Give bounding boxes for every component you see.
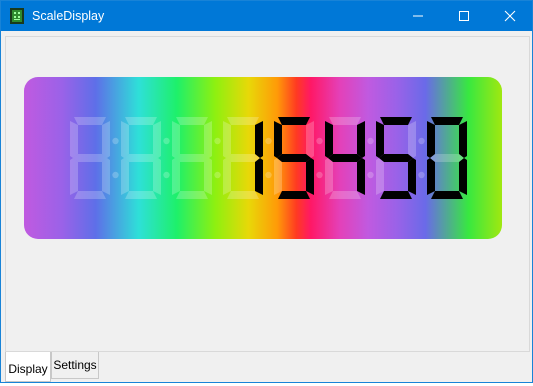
segment-a — [227, 117, 259, 125]
lcd-digit — [325, 117, 365, 199]
segment-d — [329, 191, 361, 199]
title-bar[interactable]: ScaleDisplay — [1, 1, 532, 31]
tab-bar: Display Settings — [5, 352, 530, 382]
segment-a — [431, 117, 463, 125]
lcd-digit — [172, 117, 212, 199]
colon-dot — [112, 137, 119, 145]
segment-c — [459, 158, 467, 195]
segment-b — [306, 121, 314, 158]
segment-f — [427, 121, 435, 158]
colon-dot — [367, 137, 374, 145]
colon-dot — [214, 171, 221, 179]
segment-e — [325, 158, 333, 195]
segment-e — [427, 158, 435, 195]
segment-g — [379, 154, 413, 162]
segment-a — [380, 117, 412, 125]
segment-b — [459, 121, 467, 158]
minimize-button[interactable] — [395, 1, 441, 31]
segment-d — [125, 191, 157, 199]
lcd-digit — [427, 117, 467, 199]
window-title: ScaleDisplay — [32, 9, 105, 23]
colon-dot — [112, 171, 119, 179]
colon-dot — [418, 137, 425, 145]
minimize-icon — [413, 15, 423, 17]
segment-f — [172, 121, 180, 158]
lcd-digit — [376, 117, 416, 199]
segment-e — [172, 158, 180, 195]
segment-b — [102, 121, 110, 158]
segment-c — [357, 158, 365, 195]
segment-f — [121, 121, 129, 158]
colon-dot — [163, 137, 170, 145]
maximize-icon — [459, 11, 469, 21]
colon-dot — [418, 171, 425, 179]
lcd-digit — [70, 117, 110, 199]
segment-c — [306, 158, 314, 195]
segment-f — [325, 121, 333, 158]
app-window: ScaleDisplay 15450 Display Settings — [0, 0, 533, 383]
segment-f — [274, 121, 282, 158]
seven-segment-display: 15450 — [24, 77, 502, 239]
colon-dot — [163, 171, 170, 179]
segment-d — [74, 191, 106, 199]
segment-f — [376, 121, 384, 158]
lcd-digits — [70, 117, 467, 199]
segment-d — [278, 191, 310, 199]
segment-e — [70, 158, 78, 195]
segment-g — [124, 154, 158, 162]
colon-dot — [367, 171, 374, 179]
close-icon — [504, 10, 515, 22]
segment-g — [328, 154, 362, 162]
segment-b — [153, 121, 161, 158]
segment-b — [204, 121, 212, 158]
segment-g — [175, 154, 209, 162]
segment-d — [176, 191, 208, 199]
lcd-app-icon — [10, 8, 24, 24]
segment-a — [176, 117, 208, 125]
maximize-button[interactable] — [441, 1, 487, 31]
lcd-digit — [223, 117, 263, 199]
lcd-digit — [274, 117, 314, 199]
lcd-digit — [121, 117, 161, 199]
segment-c — [255, 158, 263, 195]
segment-a — [278, 117, 310, 125]
segment-d — [431, 191, 463, 199]
segment-b — [357, 121, 365, 158]
segment-c — [102, 158, 110, 195]
segment-e — [274, 158, 282, 195]
segment-b — [255, 121, 263, 158]
tab-settings[interactable]: Settings — [51, 352, 99, 379]
segment-a — [329, 117, 361, 125]
segment-c — [204, 158, 212, 195]
segment-g — [226, 154, 260, 162]
colon-dot — [265, 171, 272, 179]
segment-f — [223, 121, 231, 158]
segment-g — [73, 154, 107, 162]
colon-dot — [214, 137, 221, 145]
colon-dot — [316, 171, 323, 179]
segment-d — [380, 191, 412, 199]
segment-f — [70, 121, 78, 158]
colon-dot — [265, 137, 272, 145]
segment-c — [408, 158, 416, 195]
segment-e — [223, 158, 231, 195]
segment-a — [125, 117, 157, 125]
tab-display[interactable]: Display — [5, 352, 51, 382]
segment-g — [430, 154, 464, 162]
close-button[interactable] — [487, 1, 532, 31]
segment-e — [121, 158, 129, 195]
segment-a — [74, 117, 106, 125]
segment-e — [376, 158, 384, 195]
segment-g — [277, 154, 311, 162]
colon-dot — [316, 137, 323, 145]
segment-c — [153, 158, 161, 195]
segment-b — [408, 121, 416, 158]
segment-d — [227, 191, 259, 199]
